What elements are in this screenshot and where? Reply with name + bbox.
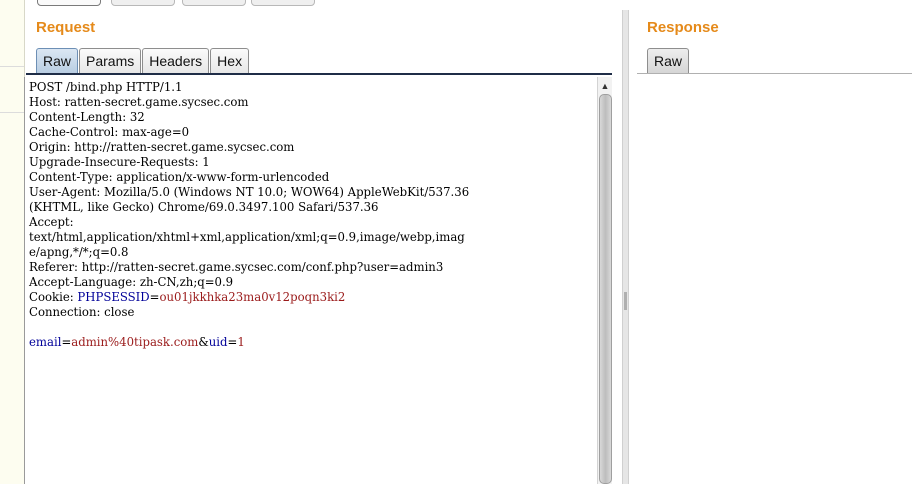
header-line: Origin: http://ratten-secret.game.sycsec… (29, 140, 295, 154)
left-panel-divider (0, 112, 24, 113)
header-line: text/html,application/xhtml+xml,applicat… (29, 230, 465, 244)
scroll-up-arrow-icon[interactable]: ▲ (598, 79, 612, 93)
left-panel-divider (0, 66, 24, 67)
header-line: (KHTML, like Gecko) Chrome/69.0.3497.100… (29, 200, 379, 214)
cookie-label: Cookie: (29, 290, 78, 304)
left-panel-edge (0, 0, 25, 484)
request-title: Request (36, 19, 96, 36)
cookie-equals: = (149, 290, 160, 304)
scroll-thumb[interactable] (599, 94, 612, 484)
body-param-value: admin%40tipask.com (71, 335, 199, 349)
header-line: Accept-Language: zh-CN,zh;q=0.9 (29, 275, 234, 289)
cookie-value: ou01jkkhka23ma0v12poqn3ki2 (159, 290, 346, 304)
tab-hex[interactable]: Hex (210, 48, 250, 73)
header-line: e/apng,*/*;q=0.8 (29, 245, 129, 259)
response-title: Response (647, 19, 719, 36)
header-line: User-Agent: Mozilla/5.0 (Windows NT 10.0… (29, 185, 470, 199)
header-line: Content-Length: 32 (29, 110, 145, 124)
request-editor[interactable]: POST /bind.php HTTP/1.1 Host: ratten-sec… (24, 77, 598, 484)
response-tabs-underline (637, 73, 912, 74)
tab-params[interactable]: Params (79, 48, 142, 73)
top-tab[interactable] (182, 0, 246, 6)
header-line: Connection: close (29, 305, 135, 319)
pane-splitter[interactable] (622, 10, 629, 484)
header-line: Accept: (29, 215, 74, 229)
request-tabs-underline (26, 73, 612, 75)
tab-headers[interactable]: Headers (142, 48, 210, 73)
request-tabs: Raw Params Headers Hex (36, 48, 250, 73)
body-param-key: uid (208, 335, 228, 349)
header-line: Cache-Control: max-age=0 (29, 125, 190, 139)
header-line: Upgrade-Insecure-Requests: 1 (29, 155, 210, 169)
top-tab-active[interactable] (37, 0, 101, 6)
request-line: POST /bind.php HTTP/1.1 (29, 80, 183, 94)
cookie-name: PHPSESSID (77, 290, 150, 304)
header-line: Content-Type: application/x-www-form-url… (29, 170, 330, 184)
request-text[interactable]: POST /bind.php HTTP/1.1 Host: ratten-sec… (25, 77, 598, 350)
body-param-key: email (29, 335, 62, 349)
top-tab[interactable] (251, 0, 315, 6)
body-param-value: 1 (237, 335, 245, 349)
request-scrollbar[interactable]: ▲ (597, 77, 612, 484)
response-tabs: Raw (647, 48, 690, 73)
tab-raw[interactable]: Raw (647, 48, 690, 73)
top-tab[interactable] (111, 0, 175, 6)
header-line: Host: ratten-secret.game.sycsec.com (29, 95, 249, 109)
header-line: Referer: http://ratten-secret.game.sycse… (29, 260, 444, 274)
tab-raw[interactable]: Raw (36, 48, 79, 73)
splitter-grip-icon[interactable] (624, 292, 627, 310)
